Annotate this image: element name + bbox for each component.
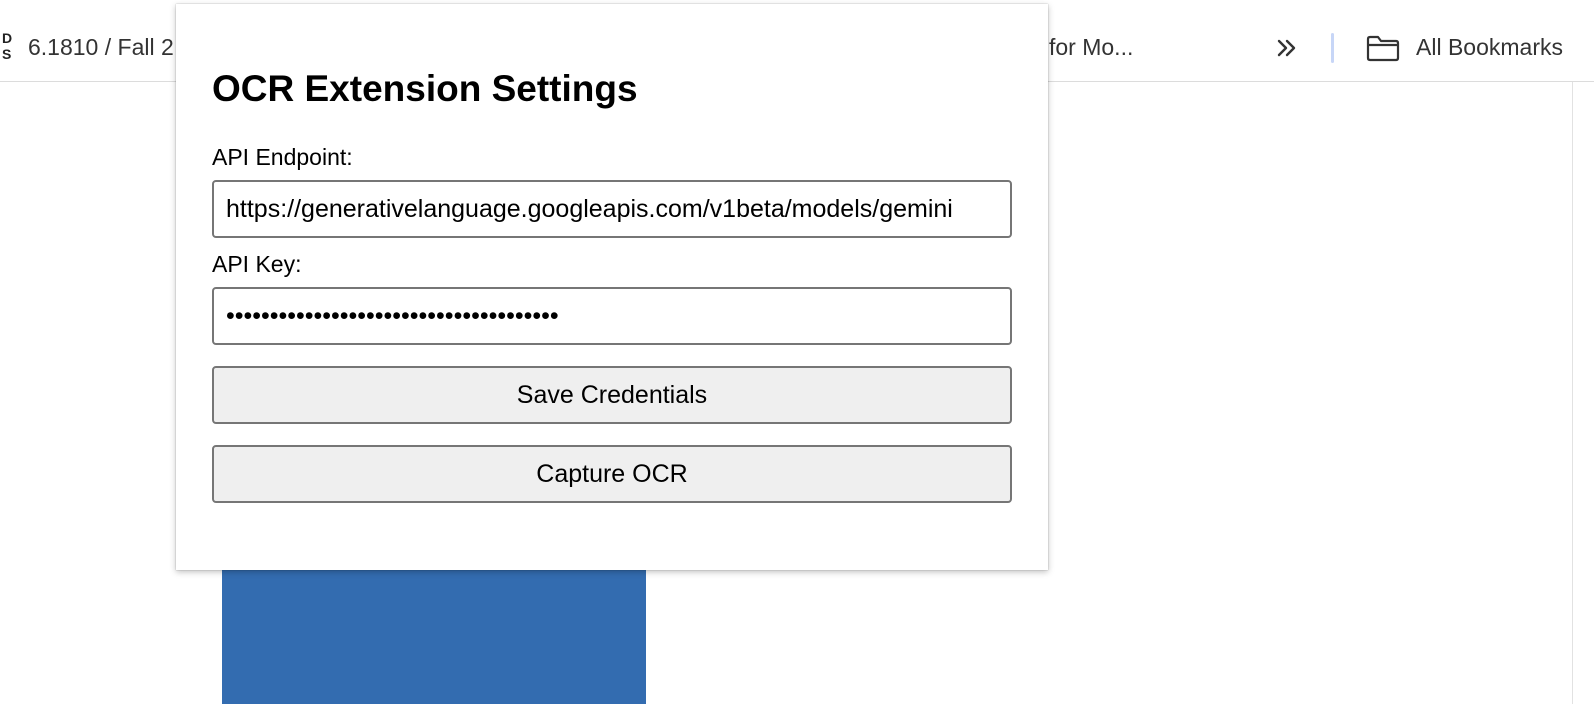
double-chevron-right-icon[interactable] <box>1274 35 1300 61</box>
api-endpoint-label: API Endpoint: <box>212 144 353 170</box>
api-endpoint-input[interactable] <box>212 180 1012 238</box>
capture-ocr-button[interactable]: Capture OCR <box>212 445 1012 503</box>
ocr-settings-popup: OCR Extension Settings API Endpoint: API… <box>176 4 1048 570</box>
folder-icon[interactable] <box>1366 34 1400 62</box>
save-credentials-button[interactable]: Save Credentials <box>212 366 1012 424</box>
favicon-letter-bottom: S <box>2 46 12 62</box>
page-scroll-edge <box>1572 82 1594 704</box>
favicon-letter-top: D <box>2 30 13 46</box>
bookmark-favicon-icon: D S <box>2 30 16 64</box>
page-blue-block <box>222 560 646 704</box>
api-key-input[interactable] <box>212 287 1012 345</box>
all-bookmarks-button[interactable]: All Bookmarks <box>1416 34 1563 61</box>
bookmark-6-1810[interactable]: 6.1810 / Fall 2 <box>28 34 178 61</box>
bookmarks-divider <box>1331 33 1334 63</box>
api-key-label: API Key: <box>212 251 302 277</box>
popup-title: OCR Extension Settings <box>212 68 638 109</box>
bookmark-for-mo[interactable]: for Mo... <box>1049 34 1133 61</box>
